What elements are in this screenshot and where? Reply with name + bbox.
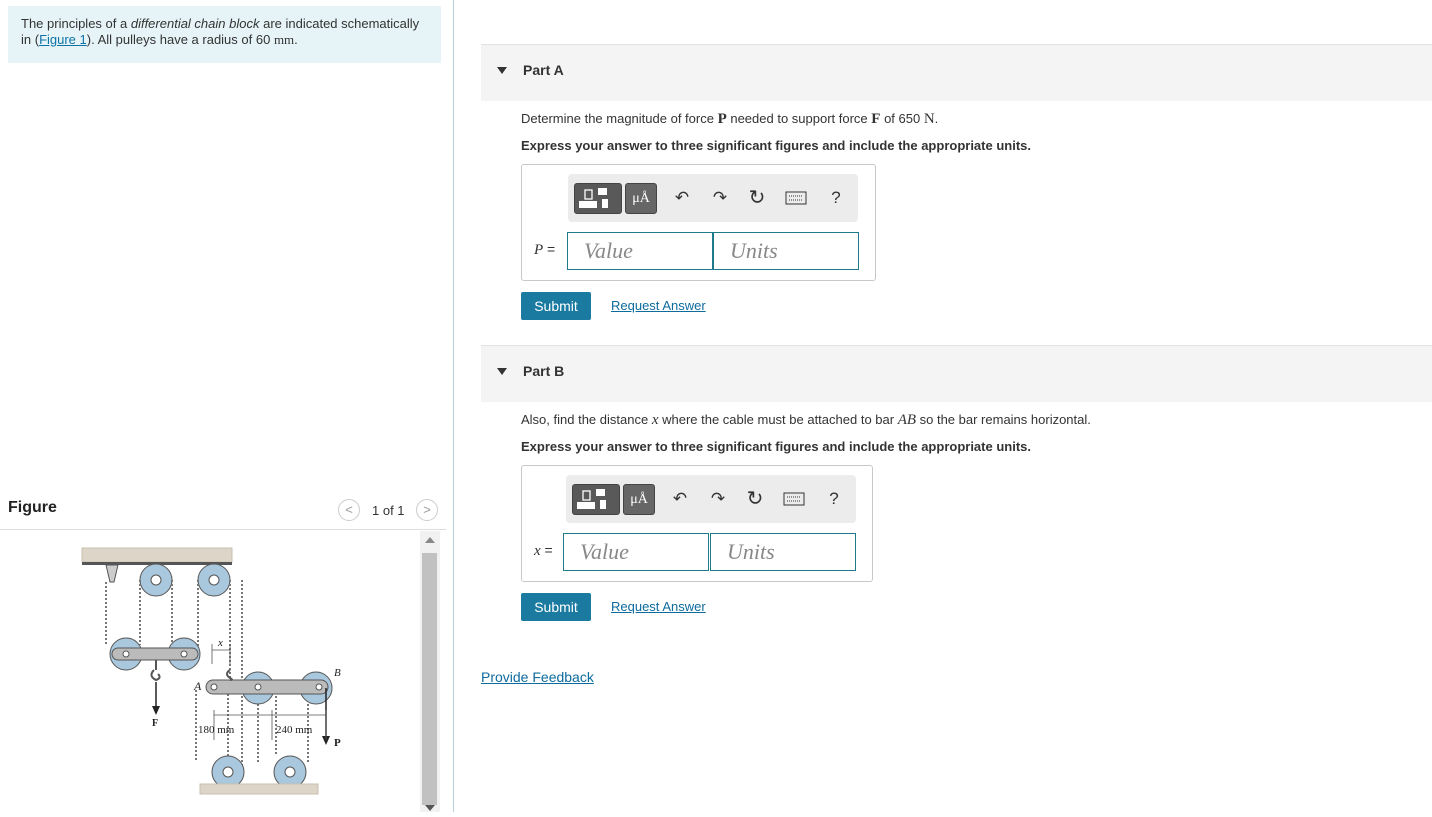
part-b-question: Also, find the distance x where the cabl… — [521, 412, 1091, 428]
scroll-thumb[interactable] — [422, 553, 437, 805]
label-a: A — [193, 679, 202, 693]
reset-icon[interactable]: ↻ — [743, 487, 767, 511]
label-b: B — [334, 667, 341, 679]
part-a-question: Determine the magnitude of force P neede… — [521, 111, 939, 127]
math-toolbar: μÅ ↶ ↷ ↻ ? — [566, 475, 856, 523]
part-b-header[interactable]: Part B — [481, 345, 1432, 402]
figure-title: Figure — [8, 499, 57, 516]
chains — [105, 580, 309, 770]
help-icon[interactable]: ? — [824, 186, 848, 210]
part-a-instruction: Express your answer to three significant… — [521, 138, 1031, 153]
part-b-instruction: Express your answer to three significant… — [521, 439, 1031, 454]
request-answer-link[interactable]: Request Answer — [611, 599, 706, 614]
caret-down-icon[interactable] — [497, 67, 507, 74]
templates-icon[interactable] — [572, 484, 620, 515]
label-p: P — [334, 737, 341, 749]
label-f: F — [152, 718, 158, 729]
pulley-hub — [208, 574, 220, 586]
figure-header: Figure < 1 of 1 > — [0, 490, 446, 530]
provide-feedback-link[interactable]: Provide Feedback — [481, 669, 594, 685]
var-label-p: P = — [534, 241, 556, 258]
intro-unit: mm — [273, 32, 295, 47]
left-panel: The principles of a differential chain b… — [0, 0, 454, 812]
value-input[interactable]: Value — [567, 232, 713, 270]
figure-link[interactable]: Figure 1 — [39, 32, 87, 47]
reset-icon[interactable]: ↻ — [745, 186, 769, 210]
redo-icon[interactable]: ↷ — [706, 487, 730, 511]
problem-intro: The principles of a differential chain b… — [8, 6, 441, 63]
caret-down-icon[interactable] — [497, 368, 507, 375]
part-a-header[interactable]: Part A — [481, 44, 1432, 101]
units-mu-icon[interactable]: μÅ — [623, 484, 655, 515]
label-x: x — [217, 637, 223, 649]
floor — [199, 783, 319, 795]
pulley-hub — [150, 574, 162, 586]
keyboard-icon[interactable] — [784, 186, 808, 210]
bar-ab — [205, 679, 329, 695]
right-panel: Part A Determine the magnitude of force … — [455, 0, 1432, 812]
chevron-right-icon[interactable]: > — [416, 499, 438, 521]
part-b-title: Part B — [523, 363, 565, 379]
figure-svg: x A B F P 180 mm 240 mm — [81, 547, 341, 795]
intro-text: The principles of a — [21, 16, 131, 31]
part-a-title: Part A — [523, 62, 564, 78]
units-input[interactable]: Units — [713, 232, 859, 270]
var-label-x: x = — [534, 542, 553, 559]
scroll-down-icon[interactable] — [425, 805, 435, 811]
intro-italic: differential chain block — [130, 16, 260, 31]
intro-text-3: ). All pulleys have a radius of 60 — [86, 32, 274, 47]
chain-block-figure: x A B F P 180 mm 240 mm — [76, 540, 346, 812]
figure-scrollbar[interactable] — [420, 531, 440, 812]
part-b-answer-box: μÅ ↶ ↷ ↻ ? x = Value Units — [521, 465, 873, 582]
undo-icon[interactable]: ↶ — [670, 186, 694, 210]
value-input[interactable]: Value — [563, 533, 709, 571]
dim-180: 180 mm — [198, 724, 235, 736]
chevron-left-icon[interactable]: < — [338, 499, 360, 521]
scroll-up-icon[interactable] — [425, 537, 435, 543]
submit-button[interactable]: Submit — [521, 292, 591, 320]
ceiling — [81, 547, 233, 563]
math-toolbar: μÅ ↶ ↷ ↻ ? — [568, 174, 858, 222]
dim-240: 240 mm — [276, 724, 313, 736]
templates-icon[interactable] — [574, 183, 622, 214]
part-a-answer-box: μÅ ↶ ↷ ↻ ? P = Value Units — [521, 164, 876, 281]
request-answer-link[interactable]: Request Answer — [611, 298, 706, 313]
redo-icon[interactable]: ↷ — [708, 186, 732, 210]
help-icon[interactable]: ? — [822, 487, 846, 511]
undo-icon[interactable]: ↶ — [668, 487, 692, 511]
keyboard-icon[interactable] — [782, 487, 806, 511]
figure-pager: 1 of 1 — [372, 503, 405, 518]
hook — [150, 669, 161, 682]
units-input[interactable]: Units — [710, 533, 856, 571]
intro-text-4: . — [294, 32, 298, 47]
units-mu-icon[interactable]: μÅ — [625, 183, 657, 214]
submit-button[interactable]: Submit — [521, 593, 591, 621]
hanger — [105, 564, 119, 583]
